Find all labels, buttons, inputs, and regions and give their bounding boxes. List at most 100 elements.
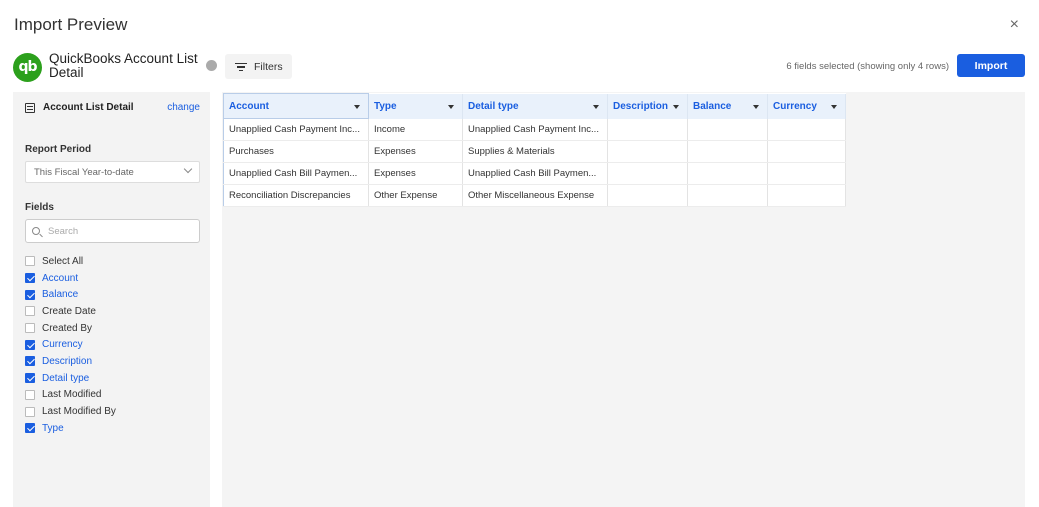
change-report-link[interactable]: change bbox=[167, 102, 200, 113]
caret-down-icon[interactable] bbox=[673, 104, 679, 109]
caret-down-icon[interactable] bbox=[753, 104, 759, 109]
field-label: Type bbox=[42, 422, 64, 434]
table-cell[interactable] bbox=[607, 140, 688, 163]
field-checkbox-item[interactable]: Last Modified By bbox=[25, 403, 116, 420]
search-icon bbox=[32, 227, 40, 235]
table-cell[interactable]: Purchases bbox=[223, 140, 369, 163]
field-checkbox-item[interactable]: Last Modified bbox=[25, 387, 116, 404]
field-label: Balance bbox=[42, 289, 79, 301]
filters-button[interactable]: Filters bbox=[225, 54, 292, 79]
field-checkbox-item[interactable]: Account bbox=[25, 270, 116, 287]
table-header-row: Account Type Detail type Description Balance… bbox=[223, 93, 846, 119]
table-cell[interactable]: Other Expense bbox=[368, 184, 463, 207]
close-icon[interactable]: × bbox=[1010, 16, 1019, 34]
field-checkbox-item[interactable]: Select All bbox=[25, 253, 116, 270]
fields-label: Fields bbox=[25, 202, 54, 213]
checkbox-checked-icon[interactable] bbox=[25, 356, 35, 367]
table-row: Reconciliation Discrepancies Other Expens… bbox=[223, 184, 846, 207]
fields-selected-status: 6 fields selected (showing only 4 rows) bbox=[786, 61, 949, 72]
table-row: Unapplied Cash Payment Inc... Income Unapp… bbox=[223, 118, 846, 141]
column-header[interactable]: Description bbox=[607, 93, 688, 119]
caret-down-icon[interactable] bbox=[831, 104, 837, 109]
table-cell[interactable]: Reconciliation Discrepancies bbox=[223, 184, 369, 207]
column-header-label: Detail type bbox=[468, 100, 519, 112]
table-cell[interactable]: Supplies & Materials bbox=[462, 140, 608, 163]
field-list: Select All Account Balance Create Date Creat… bbox=[25, 253, 116, 437]
table-cell[interactable] bbox=[767, 162, 846, 185]
search-input[interactable] bbox=[48, 225, 188, 237]
field-checkbox-item[interactable]: Created By bbox=[25, 320, 116, 337]
column-header[interactable]: Type bbox=[368, 93, 463, 119]
table-cell[interactable]: Unapplied Cash Bill Paymen... bbox=[223, 162, 369, 185]
preview-table: Account Type Detail type Description Balance… bbox=[223, 93, 846, 207]
column-header[interactable]: Balance bbox=[687, 93, 768, 119]
field-label: Select All bbox=[42, 255, 84, 267]
caret-down-icon[interactable] bbox=[448, 104, 454, 109]
table-cell[interactable] bbox=[607, 118, 688, 141]
field-checkbox-item[interactable]: Currency bbox=[25, 336, 116, 353]
report-list-title: Account List Detail bbox=[43, 102, 134, 113]
sidebar: Account List Detail change Report Period… bbox=[13, 92, 210, 507]
chevron-down-icon bbox=[183, 164, 193, 174]
dialog-title: Import Preview bbox=[14, 15, 128, 34]
caret-down-icon[interactable] bbox=[354, 105, 360, 109]
caret-down-icon[interactable] bbox=[593, 104, 599, 109]
table-cell[interactable]: Other Miscellaneous Expense bbox=[462, 184, 608, 207]
checkbox-checked-icon[interactable] bbox=[25, 423, 35, 434]
checkbox-unchecked-icon[interactable] bbox=[25, 256, 35, 267]
field-checkbox-item[interactable]: Description bbox=[25, 353, 116, 370]
field-label: Currency bbox=[42, 339, 83, 351]
table-cell[interactable]: Expenses bbox=[368, 140, 463, 163]
dialog-header: Import Preview × bbox=[0, 0, 1039, 48]
column-header-label: Currency bbox=[773, 100, 817, 112]
table-cell[interactable]: Expenses bbox=[368, 162, 463, 185]
filter-icon bbox=[235, 62, 247, 72]
table-cell[interactable] bbox=[687, 184, 768, 207]
quickbooks-logo: qb bbox=[13, 52, 42, 82]
report-list-header: Account List Detail bbox=[25, 102, 134, 113]
checkbox-unchecked-icon[interactable] bbox=[25, 306, 35, 317]
table-cell[interactable]: Unapplied Cash Payment Inc... bbox=[223, 118, 369, 141]
report-period-label: Report Period bbox=[25, 144, 92, 155]
field-label: Create Date bbox=[42, 305, 96, 317]
checkbox-unchecked-icon[interactable] bbox=[25, 323, 35, 334]
checkbox-checked-icon[interactable] bbox=[25, 373, 35, 384]
table-cell[interactable] bbox=[687, 118, 768, 141]
column-header-label: Balance bbox=[693, 100, 732, 112]
checkbox-unchecked-icon[interactable] bbox=[25, 406, 35, 417]
checkbox-checked-icon[interactable] bbox=[25, 289, 35, 300]
table-cell[interactable]: Unapplied Cash Payment Inc... bbox=[462, 118, 608, 141]
column-header-label: Description bbox=[613, 100, 669, 112]
field-checkbox-item[interactable]: Type bbox=[25, 420, 116, 437]
field-search[interactable] bbox=[25, 219, 200, 243]
table-row: Purchases Expenses Supplies & Materials bbox=[223, 140, 846, 163]
column-header[interactable]: Currency bbox=[767, 93, 846, 119]
field-label: Detail type bbox=[42, 372, 90, 384]
table-cell[interactable]: Income bbox=[368, 118, 463, 141]
field-checkbox-item[interactable]: Balance bbox=[25, 286, 116, 303]
table-cell[interactable] bbox=[687, 140, 768, 163]
column-header[interactable]: Account bbox=[223, 93, 369, 119]
column-header[interactable]: Detail type bbox=[462, 93, 608, 119]
table-cell[interactable] bbox=[687, 162, 768, 185]
field-label: Last Modified bbox=[42, 389, 102, 401]
table-cell[interactable]: Unapplied Cash Bill Paymen... bbox=[462, 162, 608, 185]
checkbox-unchecked-icon[interactable] bbox=[25, 389, 35, 400]
field-checkbox-item[interactable]: Create Date bbox=[25, 303, 116, 320]
checkbox-checked-icon[interactable] bbox=[25, 273, 35, 284]
table-cell[interactable] bbox=[607, 184, 688, 207]
column-header-label: Account bbox=[229, 100, 269, 112]
table-cell[interactable] bbox=[767, 140, 846, 163]
field-checkbox-item[interactable]: Detail type bbox=[25, 370, 116, 387]
field-label: Description bbox=[42, 355, 93, 367]
filters-label: Filters bbox=[254, 60, 283, 73]
table-cell[interactable] bbox=[607, 162, 688, 185]
table-cell[interactable] bbox=[767, 184, 846, 207]
field-label: Last Modified By bbox=[42, 406, 116, 418]
preview-grid-area: Account Type Detail type Description Balance… bbox=[222, 92, 1025, 507]
import-button[interactable]: Import bbox=[957, 54, 1025, 77]
table-cell[interactable] bbox=[767, 118, 846, 141]
checkbox-checked-icon[interactable] bbox=[25, 339, 35, 350]
report-period-select[interactable]: This Fiscal Year-to-date bbox=[25, 161, 200, 183]
info-icon[interactable] bbox=[206, 60, 217, 71]
